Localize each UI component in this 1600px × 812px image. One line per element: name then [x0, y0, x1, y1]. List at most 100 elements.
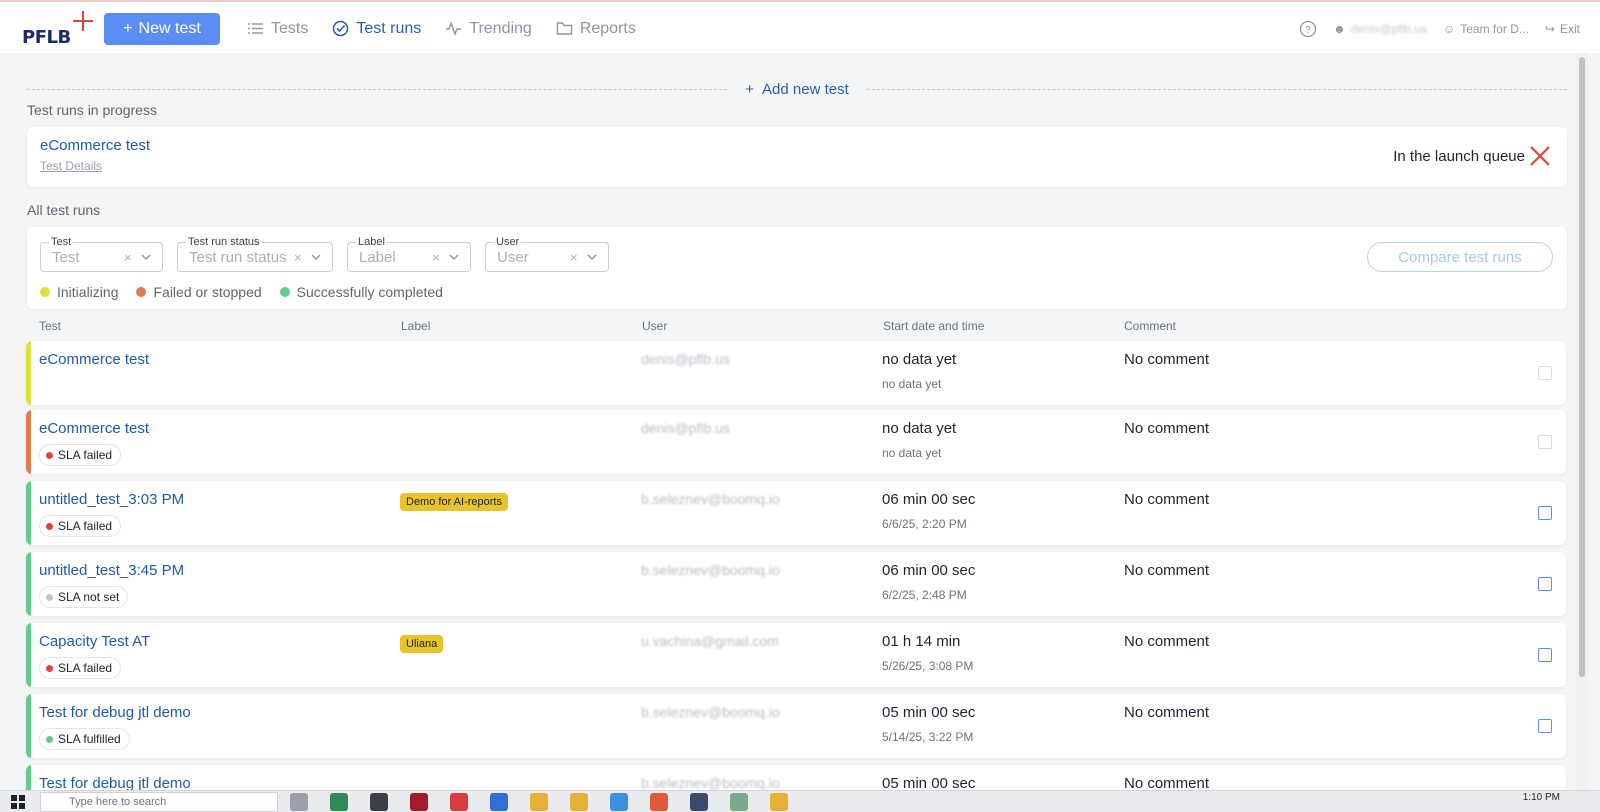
- app-icon[interactable]: [410, 793, 428, 811]
- table-row[interactable]: Test for debug jtl demo SLA fulfilled b.se…: [26, 694, 1566, 758]
- chevron-down-icon: [311, 254, 321, 260]
- svg-text:?: ?: [1305, 25, 1311, 36]
- table-row[interactable]: eCommerce test denis@pflb.us no data yet no…: [26, 341, 1566, 405]
- test-filter[interactable]: Test Test ×: [40, 236, 163, 272]
- team-menu[interactable]: ☺ Team for D...: [1443, 22, 1529, 36]
- steam-icon[interactable]: [370, 793, 388, 811]
- windows-start-icon[interactable]: [10, 794, 26, 810]
- test-name-link[interactable]: Test for debug jtl demo: [39, 775, 191, 790]
- test-name-link[interactable]: untitled_test_3:45 PM: [39, 562, 184, 579]
- compare-test-runs-button[interactable]: Compare test runs: [1367, 242, 1553, 272]
- comment[interactable]: No comment: [1124, 633, 1209, 650]
- row-checkbox[interactable]: [1538, 506, 1552, 520]
- close-icon[interactable]: [1529, 145, 1551, 167]
- sla-dot: [46, 593, 53, 601]
- sla-badge: SLA failed: [39, 444, 122, 466]
- column-label: Label: [401, 319, 431, 333]
- app-icon[interactable]: [610, 793, 628, 811]
- table-row[interactable]: eCommerce test SLA failed denis@pflb.us no …: [26, 410, 1566, 474]
- add-new-test-row: + Add new test: [27, 79, 1568, 99]
- test-name-link[interactable]: eCommerce test: [39, 351, 149, 368]
- in-progress-test-name[interactable]: eCommerce test: [40, 137, 150, 154]
- user-menu[interactable]: ☻ denis@pflb.us: [1333, 22, 1427, 36]
- table-row[interactable]: Capacity Test AT SLA failed Uliana u.vachin…: [26, 623, 1566, 687]
- start-date: 5/14/25, 3:22 PM: [882, 730, 974, 744]
- nav-test-runs[interactable]: Test runs: [332, 20, 421, 38]
- folder-icon: [556, 22, 573, 35]
- label-filter[interactable]: Label Label ×: [347, 236, 471, 272]
- run-duration: no data yet: [882, 420, 957, 437]
- status-bar: [26, 694, 31, 758]
- app-icon[interactable]: [290, 793, 308, 811]
- user-filter[interactable]: User User ×: [485, 236, 609, 272]
- table-row[interactable]: Test for debug jtl demo b.seleznev@boomq.…: [26, 765, 1566, 790]
- nav-reports[interactable]: Reports: [556, 20, 636, 38]
- status-bar: [26, 410, 31, 474]
- app-icon[interactable]: [650, 793, 668, 811]
- user-email: denis@pflb.us: [641, 351, 730, 367]
- comment[interactable]: No comment: [1124, 420, 1209, 437]
- nav-tests[interactable]: Tests: [247, 20, 308, 38]
- list-icon: [248, 23, 263, 34]
- logo-text: PFLB: [22, 27, 71, 48]
- new-test-button[interactable]: + New test: [104, 13, 220, 45]
- app-icon[interactable]: [450, 793, 468, 811]
- user-email: b.seleznev@boomq.io: [641, 562, 780, 578]
- label-filter-label: Label: [356, 236, 387, 248]
- clear-icon[interactable]: ×: [432, 250, 440, 265]
- comment[interactable]: No comment: [1124, 775, 1209, 790]
- status-bar: [26, 765, 31, 790]
- row-checkbox[interactable]: [1538, 719, 1552, 733]
- test-name-link[interactable]: Capacity Test AT: [39, 633, 150, 650]
- comment[interactable]: No comment: [1124, 562, 1209, 579]
- taskbar-search[interactable]: Type here to search: [40, 792, 278, 812]
- scrollbar-thumb[interactable]: [1579, 57, 1585, 677]
- app-icon[interactable]: [490, 793, 508, 811]
- row-checkbox[interactable]: [1538, 435, 1552, 449]
- sla-text: SLA failed: [58, 448, 113, 462]
- row-checkbox[interactable]: [1538, 648, 1552, 662]
- clear-icon[interactable]: ×: [570, 250, 578, 265]
- comment[interactable]: No comment: [1124, 704, 1209, 721]
- run-duration: 01 h 14 min: [882, 633, 961, 650]
- exit-icon: ↪: [1544, 21, 1555, 36]
- clear-icon[interactable]: ×: [294, 250, 302, 265]
- user-filter-label: User: [494, 236, 522, 248]
- app-icon[interactable]: [690, 793, 708, 811]
- row-checkbox[interactable]: [1538, 577, 1552, 591]
- pflb-logo[interactable]: PFLB: [22, 10, 94, 48]
- start-date: 5/26/25, 3:08 PM: [882, 659, 974, 673]
- team-icon: ☺: [1442, 21, 1456, 36]
- label-badge[interactable]: Demo for AI-reports: [400, 493, 508, 511]
- table-row[interactable]: untitled_test_3:03 PM SLA failed Demo for …: [26, 481, 1566, 545]
- comment[interactable]: No comment: [1124, 491, 1209, 508]
- test-name-link[interactable]: untitled_test_3:03 PM: [39, 491, 184, 508]
- chrome-icon[interactable]: [570, 793, 588, 811]
- help-icon[interactable]: ?: [1299, 20, 1317, 38]
- taskbar: Type here to search 1:10 PM: [0, 790, 1600, 812]
- label-badge[interactable]: Uliana: [400, 635, 444, 653]
- row-checkbox[interactable]: [1538, 366, 1552, 380]
- chrome-icon[interactable]: [770, 793, 788, 811]
- scrollbar[interactable]: [1576, 53, 1588, 790]
- nav-test-runs-label: Test runs: [356, 19, 422, 37]
- test-name-link[interactable]: Test for debug jtl demo: [39, 704, 191, 721]
- test-details-link[interactable]: Test Details: [40, 159, 102, 173]
- clear-icon[interactable]: ×: [124, 250, 132, 265]
- test-name-link[interactable]: eCommerce test: [39, 420, 149, 437]
- chrome-icon[interactable]: [530, 793, 548, 811]
- test-run-status-filter[interactable]: Test run status Test run status ×: [177, 236, 333, 272]
- table-row[interactable]: untitled_test_3:45 PM SLA not set b.selezn…: [26, 552, 1566, 616]
- status-bar: [26, 341, 31, 405]
- nav-trending[interactable]: Trending: [445, 20, 532, 38]
- excel-icon[interactable]: [330, 793, 348, 811]
- chevron-down-icon: [141, 254, 151, 260]
- comment[interactable]: No comment: [1124, 351, 1209, 368]
- nav-trending-label: Trending: [469, 19, 532, 37]
- start-date: 6/6/25, 2:20 PM: [882, 517, 967, 531]
- legend-dot: [40, 287, 50, 297]
- app-icon[interactable]: [730, 793, 748, 811]
- exit-button[interactable]: ↪ Exit: [1545, 22, 1580, 36]
- add-new-test-button[interactable]: + Add new test: [727, 81, 866, 98]
- user-email: b.seleznev@boomq.io: [641, 775, 780, 790]
